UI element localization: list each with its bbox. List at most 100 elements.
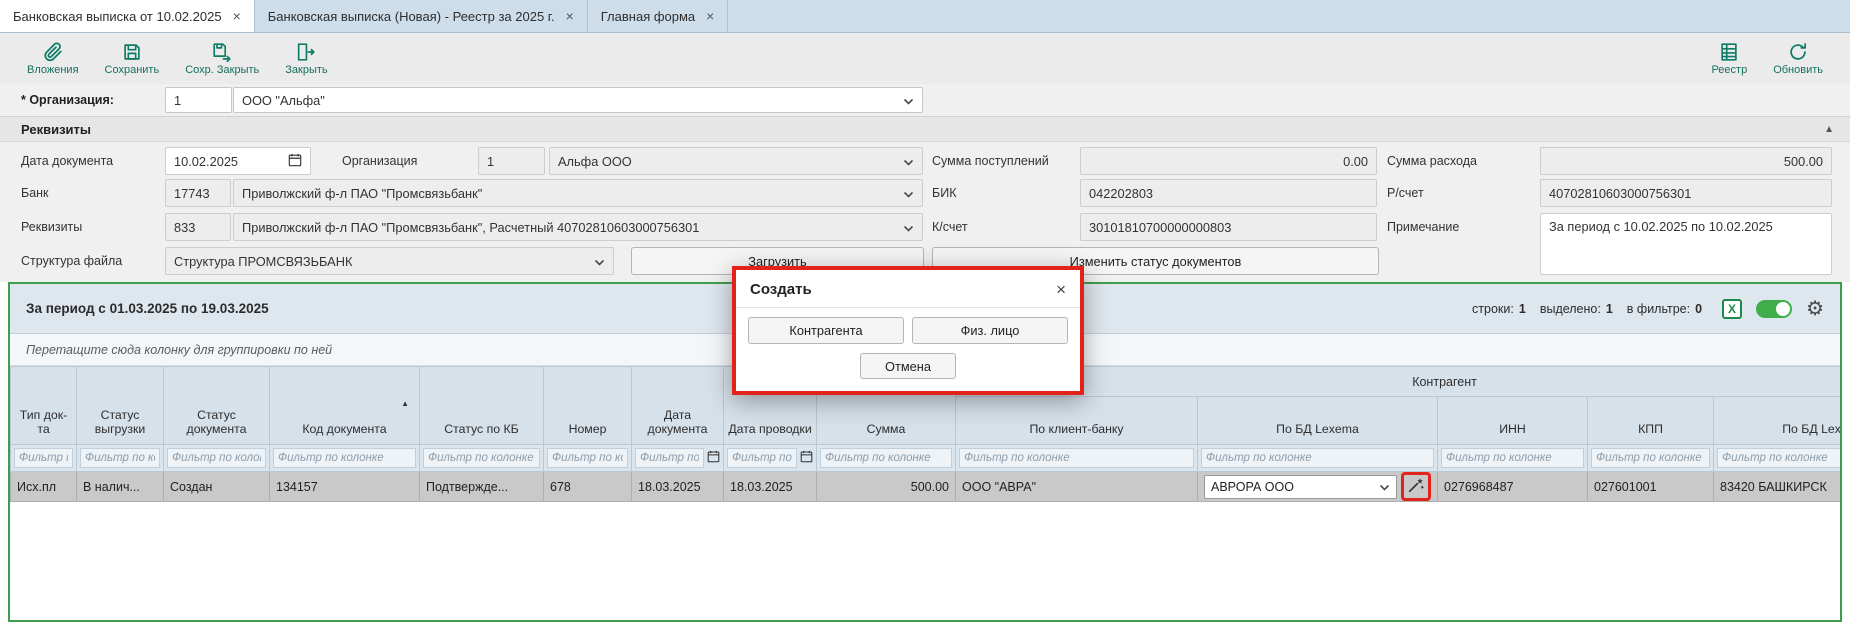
filter-input-doc-type[interactable]: [14, 448, 73, 468]
cell-inn[interactable]: 0276968487: [1438, 472, 1588, 502]
tab-main-form[interactable]: Главная форма ×: [588, 0, 729, 32]
column-header-inn[interactable]: ИНН: [1438, 397, 1588, 445]
filter-input-kb-status[interactable]: [423, 448, 540, 468]
org-code-input[interactable]: 1: [478, 147, 545, 175]
table-row[interactable]: Исх.пл В налич... Создан 134157 Подтверж…: [11, 472, 1841, 502]
bank-select[interactable]: Приволжский ф-л ПАО "Промсвязьбанк": [233, 179, 923, 207]
org-code-value: 1: [487, 154, 536, 169]
cell-doc-type[interactable]: Исх.пл: [11, 472, 77, 502]
requisites-section-header[interactable]: Реквизиты ▲: [0, 116, 1850, 142]
filter-input-by-lexema-db[interactable]: [1201, 448, 1434, 468]
cell-doc-code[interactable]: 134157: [270, 472, 420, 502]
close-icon[interactable]: ×: [233, 9, 241, 23]
close-icon[interactable]: ×: [1056, 281, 1066, 298]
org-name-select[interactable]: Альфа ООО: [549, 147, 923, 175]
cell-by-lexema-db[interactable]: АВРОРА ООО: [1198, 472, 1438, 502]
doc-date-value: 10.02.2025: [174, 154, 282, 169]
cell-posting-date[interactable]: 18.03.2025: [724, 472, 817, 502]
registry-label: Реестр: [1711, 64, 1747, 76]
bank-code-input[interactable]: 17743: [165, 179, 231, 207]
filter-input-doc-status[interactable]: [167, 448, 266, 468]
column-header-number[interactable]: Номер: [544, 367, 632, 445]
column-header-doc-date[interactable]: Дата документа: [632, 367, 724, 445]
filter-input-posting-date[interactable]: [727, 448, 797, 468]
change-status-label: Изменить статус документов: [1070, 254, 1242, 269]
bik-input[interactable]: 042202803: [1080, 179, 1377, 207]
column-header-by-client-bank[interactable]: По клиент-банку: [956, 397, 1198, 445]
calendar-icon[interactable]: [800, 450, 813, 466]
organization-code-input[interactable]: 1: [165, 87, 232, 113]
cancel-button[interactable]: Отмена: [860, 353, 956, 379]
filter-cell: [270, 445, 420, 472]
column-header-doc-status[interactable]: Статус документа: [164, 367, 270, 445]
close-icon[interactable]: ×: [566, 9, 574, 23]
req-select[interactable]: Приволжский ф-л ПАО "Промсвязьбанк", Рас…: [233, 213, 923, 241]
tab-bank-statement[interactable]: Банковская выписка от 10.02.2025 ×: [0, 0, 255, 32]
column-header-kpp[interactable]: КПП: [1588, 397, 1714, 445]
organization-select[interactable]: ООО "Альфа": [233, 87, 923, 113]
magic-wand-icon[interactable]: [1407, 476, 1425, 497]
income-input[interactable]: 0.00: [1080, 147, 1377, 175]
tab-bank-statement-registry[interactable]: Банковская выписка (Новая) - Реестр за 2…: [255, 0, 588, 32]
refresh-icon: [1787, 41, 1809, 63]
calendar-icon[interactable]: [288, 153, 302, 170]
filter-input-number[interactable]: [547, 448, 628, 468]
column-header-by-lexema-db[interactable]: По БД Lexema: [1198, 397, 1438, 445]
refresh-button[interactable]: Обновить: [1760, 39, 1836, 78]
account-input[interactable]: 40702810603000756301: [1540, 179, 1832, 207]
cell-kpp[interactable]: 027601001: [1588, 472, 1714, 502]
note-textarea[interactable]: За период с 10.02.2025 по 10.02.2025: [1540, 213, 1832, 275]
column-header-doc-type[interactable]: Тип док-та: [11, 367, 77, 445]
filter-input-by-client-bank[interactable]: [959, 448, 1194, 468]
create-person-button[interactable]: Физ. лицо: [912, 317, 1068, 344]
column-header-by-lexema-db-2[interactable]: По БД Lexema: [1714, 397, 1841, 445]
filter-input-doc-date[interactable]: [635, 448, 704, 468]
close-icon[interactable]: ×: [706, 9, 714, 23]
registry-button[interactable]: Реестр: [1698, 39, 1760, 78]
column-header-upload-status[interactable]: Статус выгрузки: [77, 367, 164, 445]
save-close-button[interactable]: Сохр. Закрыть: [172, 39, 272, 78]
create-contragent-button[interactable]: Контрагента: [748, 317, 904, 344]
filter-input-doc-code[interactable]: [273, 448, 416, 468]
file-structure-label: Структура файла: [21, 247, 122, 275]
contragent-select[interactable]: АВРОРА ООО: [1204, 475, 1397, 499]
cell-kb-status[interactable]: Подтвержде...: [420, 472, 544, 502]
expense-input[interactable]: 500.00: [1540, 147, 1832, 175]
cell-doc-date[interactable]: 18.03.2025: [632, 472, 724, 502]
corr-label: К/счет: [932, 213, 968, 241]
filter-input-kpp[interactable]: [1591, 448, 1710, 468]
file-structure-select[interactable]: Структура ПРОМСВЯЗЬБАНК: [165, 247, 614, 275]
gear-icon[interactable]: ⚙: [1806, 299, 1824, 319]
create-contragent-label: Контрагента: [789, 323, 862, 338]
sort-asc-icon[interactable]: ▲: [401, 399, 409, 409]
account-value: 40702810603000756301: [1549, 186, 1823, 201]
calendar-icon[interactable]: [707, 450, 720, 466]
filter-input-upload-status[interactable]: [80, 448, 160, 468]
excel-export-icon[interactable]: X: [1722, 299, 1742, 319]
cell-amount[interactable]: 500.00: [817, 472, 956, 502]
cell-doc-status[interactable]: Создан: [164, 472, 270, 502]
cell-upload-status[interactable]: В налич...: [77, 472, 164, 502]
create-dialog-titlebar: Создать ×: [736, 270, 1080, 308]
cell-number[interactable]: 678: [544, 472, 632, 502]
excel-letter: X: [1728, 302, 1736, 316]
corr-input[interactable]: 30101810700000000803: [1080, 213, 1377, 241]
filter-cell: [956, 445, 1198, 472]
cell-by-client-bank[interactable]: ООО "АВРА": [956, 472, 1198, 502]
close-button[interactable]: Закрыть: [272, 39, 340, 78]
column-header-kb-status[interactable]: Статус по КБ: [420, 367, 544, 445]
column-header-doc-code[interactable]: ▲ Код документа: [270, 367, 420, 445]
doc-date-input[interactable]: 10.02.2025: [165, 147, 311, 175]
collapse-icon[interactable]: ▲: [1824, 124, 1834, 135]
toggle-switch[interactable]: [1756, 300, 1792, 318]
filter-input-inn[interactable]: [1441, 448, 1584, 468]
create-person-label: Физ. лицо: [961, 323, 1020, 338]
filter-input-amount[interactable]: [820, 448, 952, 468]
attachments-button[interactable]: Вложения: [14, 39, 92, 78]
save-button[interactable]: Сохранить: [92, 39, 173, 78]
income-value: 0.00: [1343, 154, 1368, 169]
filter-input-by-lexema-db-2[interactable]: [1717, 448, 1840, 468]
req-code-input[interactable]: 833: [165, 213, 231, 241]
filter-cell: [1198, 445, 1438, 472]
cell-by-lexema-db-2[interactable]: 83420 БАШКИРСК: [1714, 472, 1841, 502]
